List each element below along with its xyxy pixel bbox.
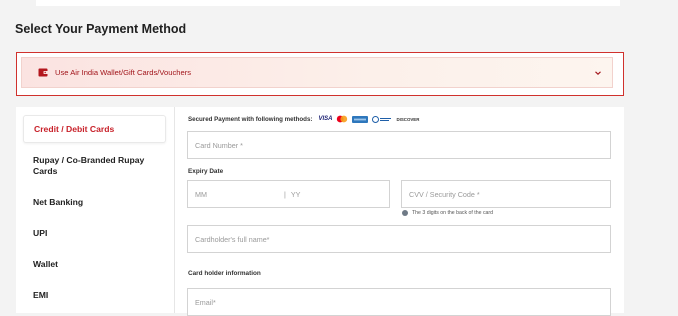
sidebar-item-credit-debit-cards[interactable]: Credit / Debit Cards (23, 115, 166, 143)
wallet-section-highlight: Use Air India Wallet/Gift Cards/Vouchers (16, 52, 624, 96)
card-holder-info-label: Card holder information (188, 270, 261, 277)
info-icon (402, 210, 408, 216)
discover-logo-text: DISCOVER (396, 116, 420, 122)
wallet-label: Use Air India Wallet/Gift Cards/Vouchers (55, 68, 192, 77)
payment-method-sidebar: Credit / Debit Cards Rupay / Co-Branded … (16, 107, 175, 313)
cvv-placeholder: CVV / Security Code * (409, 189, 480, 199)
payment-panel: Credit / Debit Cards Rupay / Co-Branded … (16, 107, 624, 316)
sidebar-item-emi[interactable]: EMI (23, 290, 166, 301)
sidebar-item-label: Net Banking (33, 197, 84, 207)
sidebar-item-label: Rupay / Co-Branded Rupay Cards (33, 155, 145, 176)
discover-logo: DISCOVER (396, 117, 419, 122)
sidebar-item-rupay-cards[interactable]: Rupay / Co-Branded Rupay Cards (23, 155, 166, 177)
wallet-accordion[interactable]: Use Air India Wallet/Gift Cards/Vouchers (21, 57, 613, 88)
card-number-input[interactable]: Card Number * (187, 131, 611, 159)
chevron-down-icon[interactable] (594, 69, 602, 77)
sidebar-item-label: Credit / Debit Cards (34, 123, 115, 134)
cvv-input[interactable]: CVV / Security Code * (401, 180, 611, 208)
diners-club-logo (372, 115, 392, 123)
email-input[interactable]: Email* (187, 288, 611, 316)
mastercard-logo (336, 115, 348, 123)
expiry-date-label: Expiry Date (188, 168, 224, 175)
top-strip (36, 0, 620, 6)
sidebar-item-label: EMI (33, 290, 49, 300)
sidebar-item-wallet[interactable]: Wallet (23, 259, 166, 270)
secured-payment-text: Secured Payment with following methods: (188, 115, 313, 123)
page-title: Select Your Payment Method (15, 22, 187, 36)
sidebar-item-label: UPI (33, 228, 48, 238)
expiry-separator: | (284, 189, 286, 199)
expiry-date-input[interactable]: MM | YY (187, 180, 390, 208)
secured-payment-row: Secured Payment with following methods: … (188, 115, 419, 123)
cardholder-name-placeholder: Cardholder's full name* (195, 234, 270, 244)
cardholder-name-input[interactable]: Cardholder's full name* (187, 225, 611, 253)
sidebar-item-upi[interactable]: UPI (23, 228, 166, 239)
sidebar-item-label: Wallet (33, 259, 58, 269)
card-number-placeholder: Card Number * (195, 140, 243, 150)
visa-logo: VISA (318, 116, 332, 122)
sidebar-item-net-banking[interactable]: Net Banking (23, 197, 166, 208)
cvv-hint-text: The 3 digits on the back of the card (412, 210, 494, 216)
expiry-year-placeholder: YY (290, 189, 301, 199)
wallet-icon (38, 67, 49, 78)
expiry-month-placeholder: MM (195, 189, 207, 199)
card-logos: VISA DISCOVER (318, 115, 419, 123)
amex-logo (352, 115, 369, 123)
visa-logo-text: VISA (318, 116, 333, 122)
cvv-hint: The 3 digits on the back of the card (402, 210, 493, 216)
email-placeholder: Email* (195, 297, 216, 307)
